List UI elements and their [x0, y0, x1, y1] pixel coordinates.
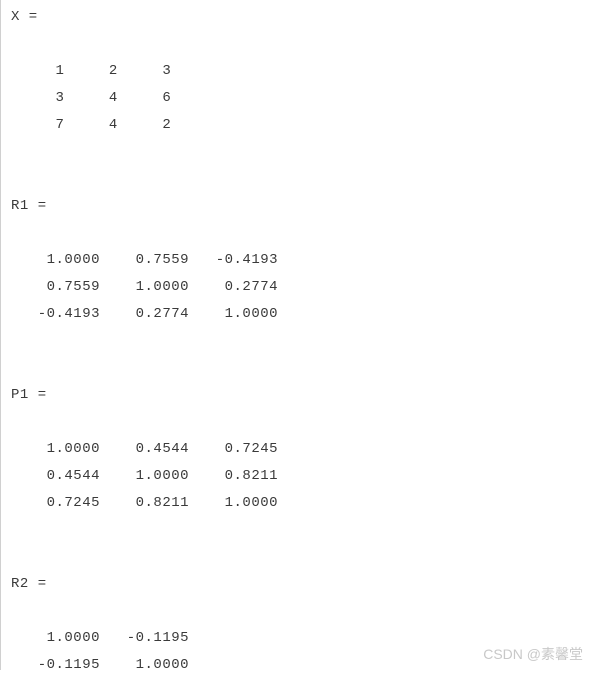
console-output: X = 1 2 3 3 4 6 7 4 2 R1 = 1.0000 0.7559…	[11, 4, 585, 679]
watermark-label: CSDN @素馨堂	[483, 644, 583, 664]
